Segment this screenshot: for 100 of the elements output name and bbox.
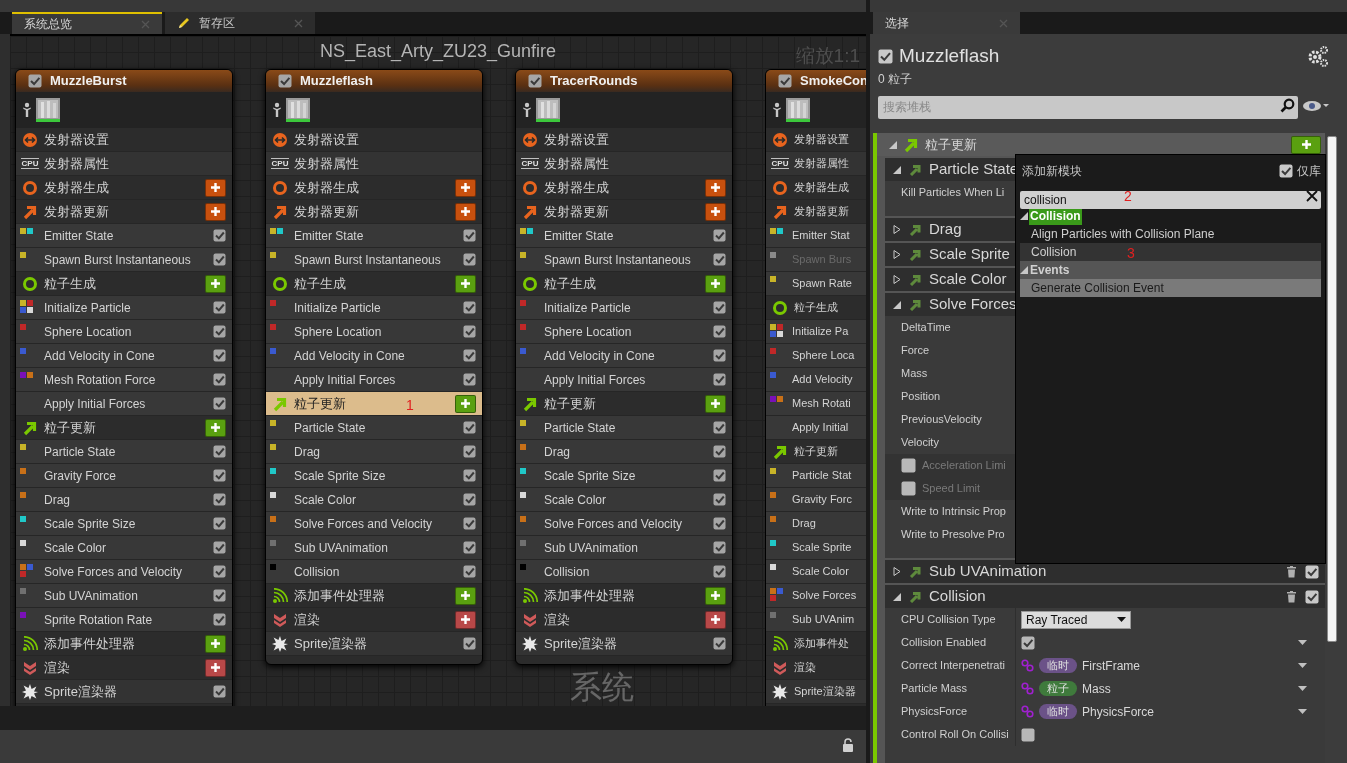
checkbox[interactable] (878, 48, 893, 64)
module-row[interactable]: Scale Sprite (766, 536, 866, 560)
stage-row[interactable]: Sprite渲染器 (16, 680, 232, 704)
module-option[interactable]: Collision 3 (1020, 243, 1321, 261)
module-row[interactable]: Drag (516, 440, 732, 464)
module-row[interactable]: Initialize Particle (16, 296, 232, 320)
module-row[interactable]: Sub UVAnimation (16, 584, 232, 608)
add-button[interactable] (205, 202, 226, 221)
stage-row[interactable]: Sprite渲染器 (766, 680, 866, 704)
stage-row[interactable]: 发射器设置 (266, 128, 482, 152)
checkbox[interactable] (778, 74, 792, 88)
checkbox[interactable] (1021, 635, 1035, 650)
module-row[interactable]: Scale Color (266, 488, 482, 512)
module-row[interactable]: Collision (266, 560, 482, 584)
module-row[interactable]: Add Velocity (766, 368, 866, 392)
module-row[interactable]: Solve Forces and Velocity (16, 560, 232, 584)
module-row[interactable]: Emitter State (516, 224, 732, 248)
module-row[interactable]: Apply Initial Forces (266, 368, 482, 392)
module-header[interactable]: Collision (885, 585, 1325, 608)
stage-row[interactable]: 粒子更新 1 (266, 392, 482, 416)
checkbox[interactable] (213, 301, 226, 314)
module-option[interactable]: Align Particles with Collision Plane (1020, 225, 1321, 243)
module-row[interactable]: Spawn Burst Instantaneous (266, 248, 482, 272)
stage-row[interactable]: 发射器更新 (516, 200, 732, 224)
checkbox[interactable] (213, 565, 226, 578)
add-button[interactable] (455, 274, 476, 293)
module-row[interactable]: Drag (16, 488, 232, 512)
module-row[interactable]: Sub UVAnim (766, 608, 866, 632)
module-row[interactable]: Initialize Particle (516, 296, 732, 320)
checkbox[interactable] (1305, 589, 1319, 604)
module-row[interactable]: Initialize Particle (266, 296, 482, 320)
stage-row[interactable]: 粒子更新 (16, 416, 232, 440)
module-row[interactable]: Emitter State (266, 224, 482, 248)
group-header[interactable]: Events (1020, 261, 1321, 279)
stage-row[interactable]: 发射器更新 (16, 200, 232, 224)
scrollbar-thumb[interactable] (1327, 136, 1337, 642)
module-row[interactable]: Scale Sprite Size (266, 464, 482, 488)
checkbox[interactable] (463, 517, 476, 530)
checkbox[interactable] (713, 637, 726, 650)
module-row[interactable]: Scale Color (16, 536, 232, 560)
module-row[interactable]: Mesh Rotation Force (16, 368, 232, 392)
add-button[interactable] (705, 202, 726, 221)
trash-icon[interactable] (1286, 565, 1297, 578)
module-row[interactable]: Scale Color (766, 560, 866, 584)
section-header[interactable]: 粒子更新 (877, 133, 1325, 156)
module-row[interactable]: Spawn Burst Instantaneous (16, 248, 232, 272)
checkbox[interactable] (463, 469, 476, 482)
module-row[interactable]: Drag (266, 440, 482, 464)
add-button[interactable] (705, 274, 726, 293)
emitter-node[interactable] (265, 69, 483, 665)
module-row[interactable]: Solve Forces and Velocity (266, 512, 482, 536)
stage-row[interactable]: 粒子更新 (516, 392, 732, 416)
checkbox[interactable] (463, 565, 476, 578)
stage-row[interactable]: Sprite渲染器 (266, 632, 482, 656)
stage-row[interactable]: 添加事件处理器 (516, 584, 732, 608)
stage-row[interactable]: 粒子生成 (516, 272, 732, 296)
caret-icon[interactable] (1298, 709, 1307, 714)
add-button[interactable] (705, 586, 726, 605)
add-button[interactable] (205, 634, 226, 653)
checkbox[interactable] (213, 373, 226, 386)
checkbox[interactable] (463, 301, 476, 314)
checkbox[interactable] (1279, 164, 1293, 178)
module-row[interactable]: Add Velocity in Cone (266, 344, 482, 368)
module-row[interactable]: Scale Color (516, 488, 732, 512)
add-button[interactable] (705, 178, 726, 197)
module-row[interactable]: Scale Sprite Size (16, 512, 232, 536)
module-row[interactable]: Gravity Forc (766, 488, 866, 512)
checkbox[interactable] (463, 493, 476, 506)
module-row[interactable]: Drag (766, 512, 866, 536)
module-row[interactable]: Spawn Rate (766, 272, 866, 296)
module-row[interactable]: Emitter State (16, 224, 232, 248)
checkbox[interactable] (213, 445, 226, 458)
checkbox[interactable] (713, 493, 726, 506)
stage-row[interactable]: 发射器更新 (266, 200, 482, 224)
checkbox[interactable] (463, 421, 476, 434)
dropdown[interactable]: Ray Traced (1021, 610, 1131, 629)
module-row[interactable]: Particle State (16, 440, 232, 464)
module-row[interactable]: Scale Sprite Size (516, 464, 732, 488)
stage-row[interactable]: 发射器生成 (16, 176, 232, 200)
checkbox[interactable] (213, 469, 226, 482)
module-row[interactable]: Mesh Rotati (766, 392, 866, 416)
module-row[interactable]: Sphere Location (266, 320, 482, 344)
emitter-node[interactable] (15, 69, 233, 706)
checkbox[interactable] (713, 349, 726, 362)
checkbox[interactable] (713, 373, 726, 386)
tab[interactable]: 选择 (873, 12, 1020, 34)
checkbox[interactable] (213, 325, 226, 338)
add-button[interactable] (205, 178, 226, 197)
checkbox[interactable] (713, 445, 726, 458)
close-icon[interactable] (1306, 190, 1318, 202)
checkbox[interactable] (463, 349, 476, 362)
checkbox[interactable] (713, 253, 726, 266)
checkbox[interactable] (463, 373, 476, 386)
stage-row[interactable]: CPU 发射器属性 (766, 152, 866, 176)
checkbox[interactable] (901, 481, 916, 496)
add-button[interactable] (455, 202, 476, 221)
caret-icon[interactable] (1298, 640, 1307, 645)
module-row[interactable]: Emitter Stat (766, 224, 866, 248)
tab[interactable]: 系统总览 (12, 12, 162, 34)
module-row[interactable]: Sphere Loca (766, 344, 866, 368)
